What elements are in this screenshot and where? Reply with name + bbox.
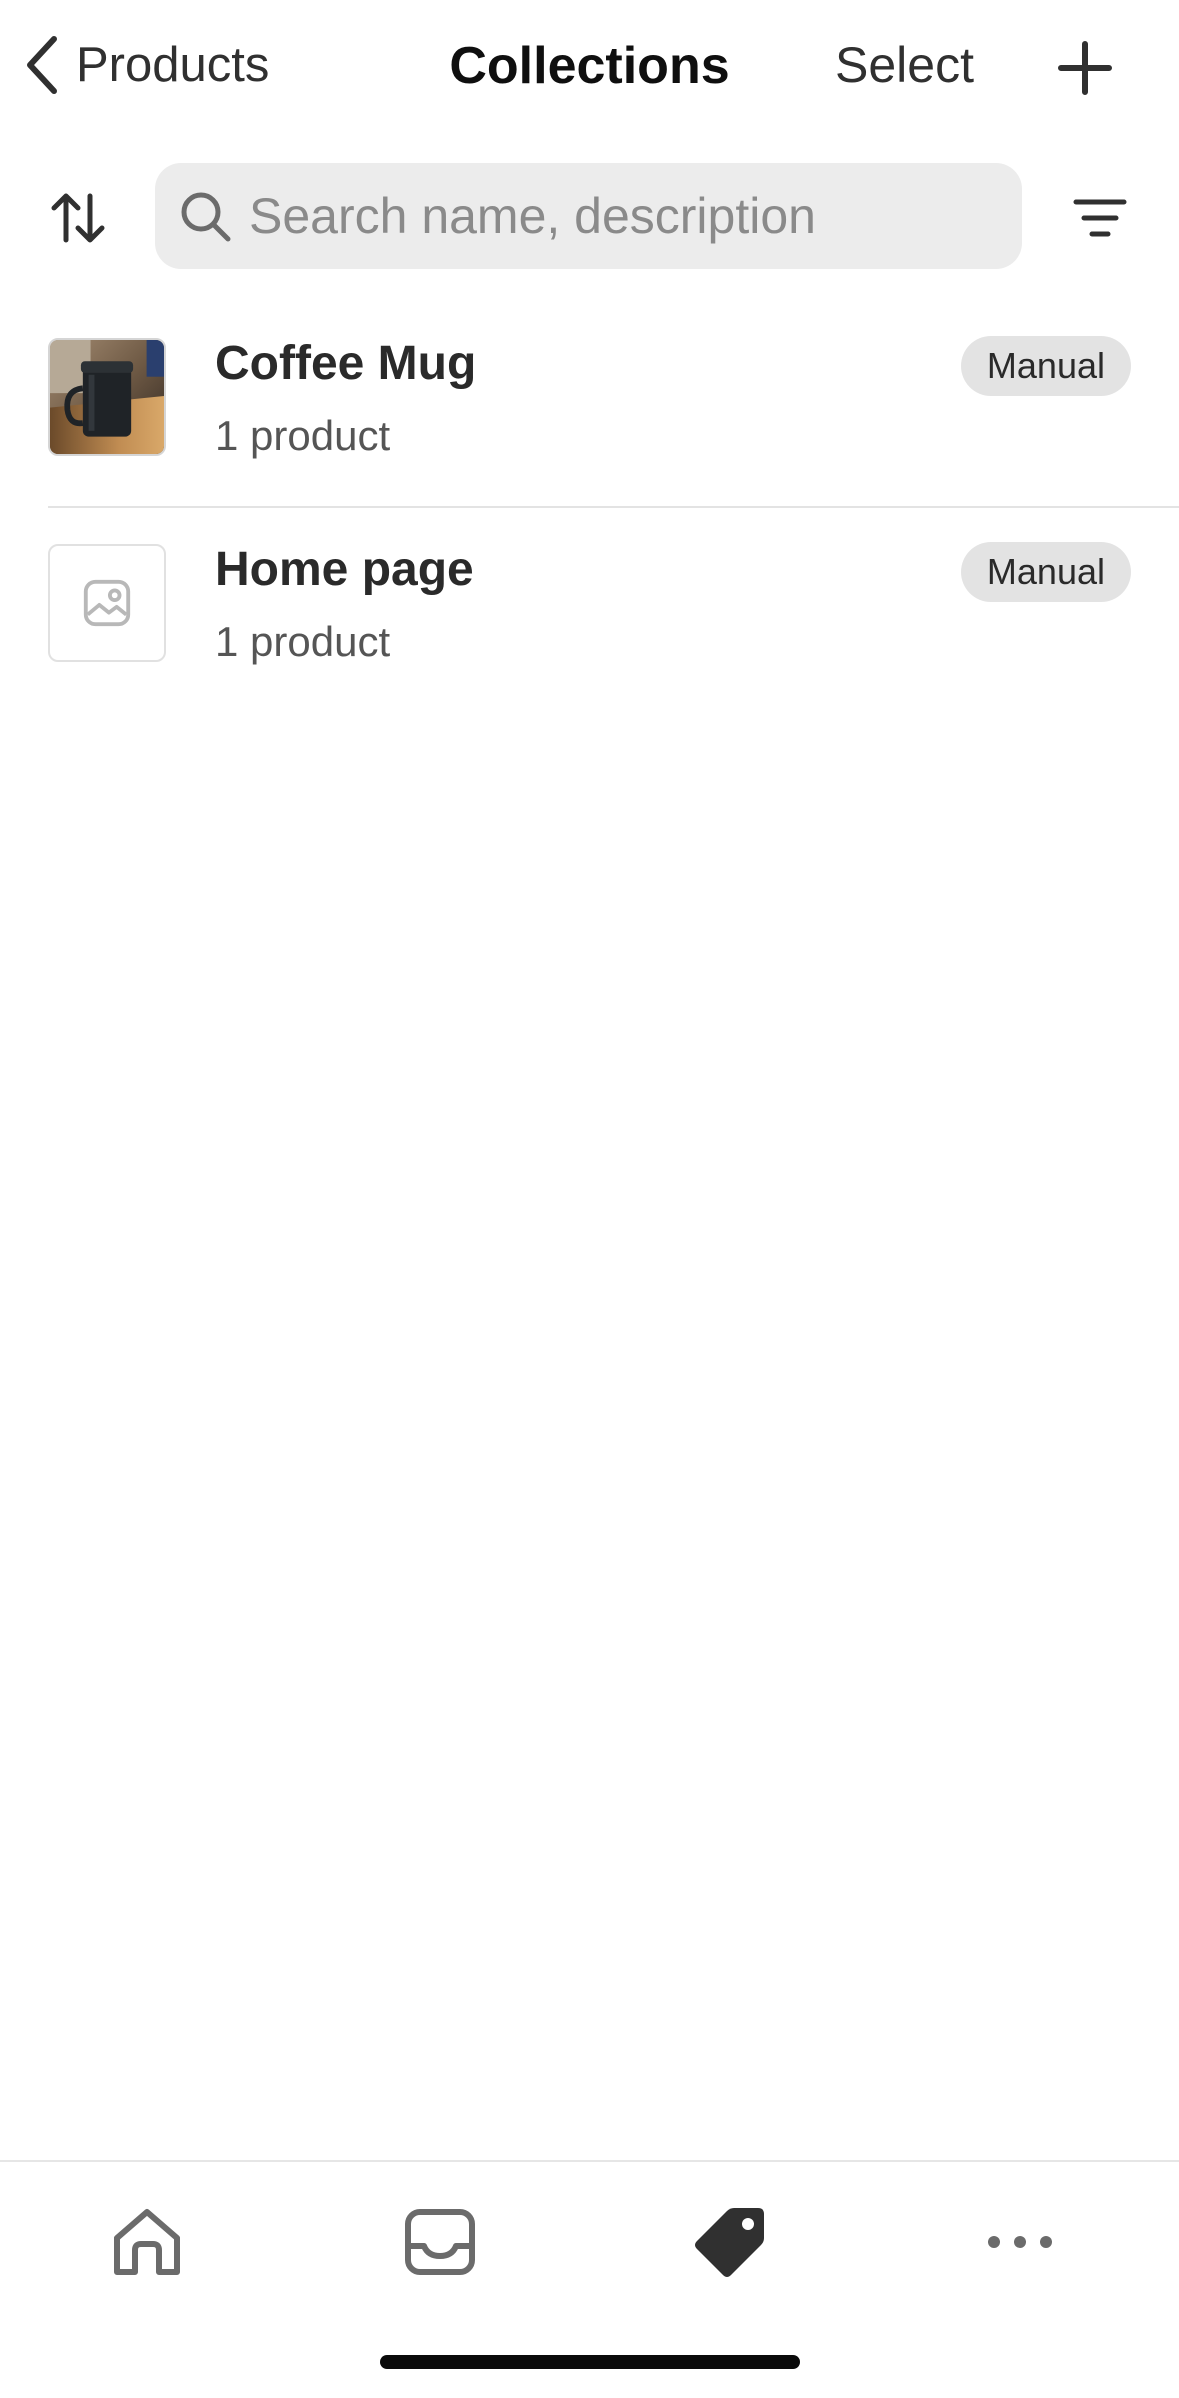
select-button[interactable]: Select: [835, 36, 974, 94]
back-button[interactable]: Products: [22, 30, 269, 100]
mug-photo: [50, 340, 164, 454]
collection-title: Coffee Mug: [215, 337, 477, 390]
search-box[interactable]: [155, 163, 1022, 269]
collection-product-count: 1 product: [215, 618, 391, 665]
home-icon[interactable]: [107, 2202, 187, 2282]
inbox-icon[interactable]: [400, 2202, 480, 2282]
image-placeholder-icon: [83, 579, 131, 627]
collection-title: Home page: [215, 543, 474, 596]
collection-thumbnail: [48, 544, 166, 662]
filter-icon[interactable]: [1070, 188, 1130, 248]
collection-thumbnail: [48, 338, 166, 456]
collection-type-badge: Manual: [960, 336, 1131, 396]
row-divider: [48, 506, 1179, 508]
toolbar: [0, 160, 1179, 272]
back-button-label: Products: [76, 38, 270, 92]
search-input[interactable]: [249, 176, 1022, 256]
more-icon[interactable]: [980, 2202, 1060, 2282]
add-icon[interactable]: [1055, 38, 1115, 98]
search-icon: [181, 192, 231, 242]
collections-list: Coffee Mug 1 product Manual Home page 1 …: [0, 300, 1179, 712]
sort-icon[interactable]: [48, 188, 108, 248]
collection-row-coffee-mug[interactable]: Coffee Mug 1 product Manual: [0, 300, 1179, 506]
chevron-left-icon: [27, 36, 57, 94]
navigation-bar: Products Collections Select: [0, 0, 1179, 135]
collection-type-badge: Manual: [960, 542, 1131, 602]
collection-product-count: 1 product: [215, 412, 391, 459]
tag-icon[interactable]: [690, 2202, 770, 2282]
collection-row-home-page[interactable]: Home page 1 product Manual: [0, 506, 1179, 712]
home-indicator: [380, 2355, 800, 2369]
